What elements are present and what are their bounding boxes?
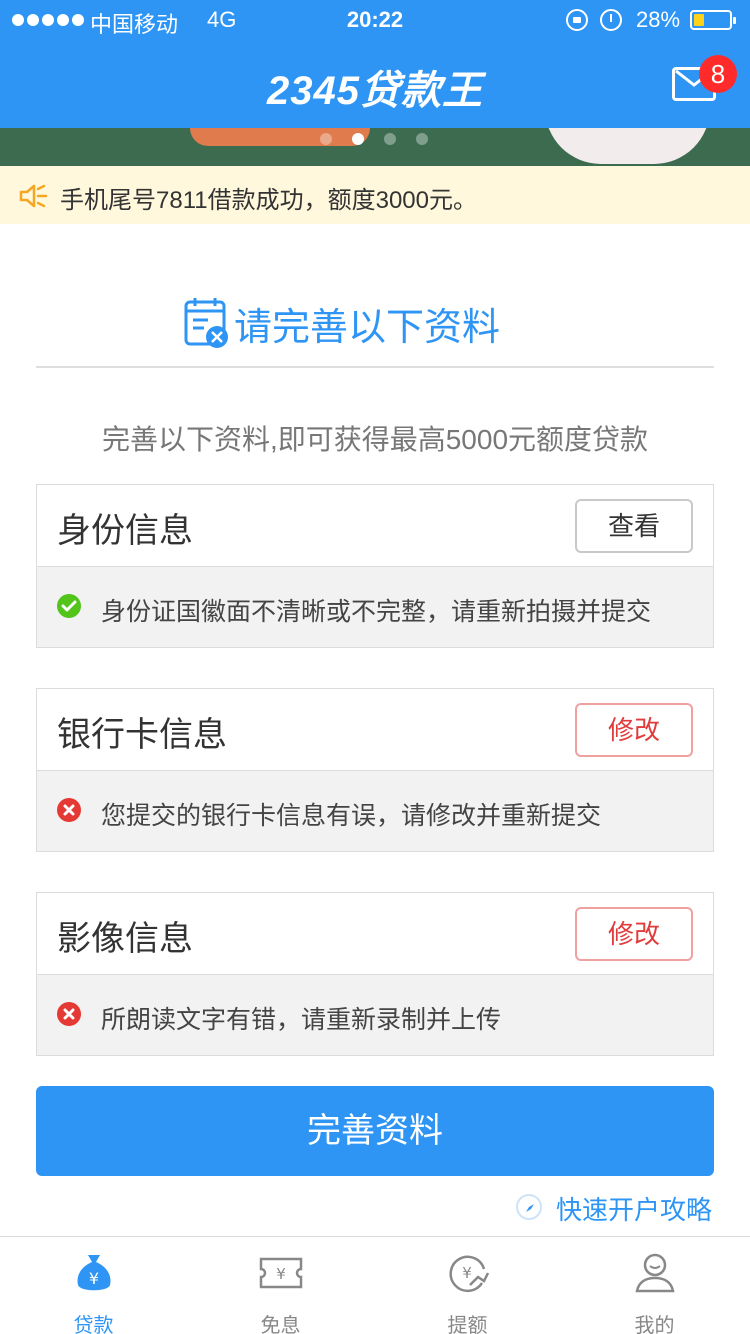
ticket-icon: ¥ [259,1257,303,1289]
video-info-card: 影像信息 修改 所朗读文字有错，请重新录制并上传 [36,892,714,1056]
card-header: 身份信息 查看 [37,485,713,567]
notice-text: 手机尾号7811借款成功，额度3000元。 [60,187,477,214]
notice-bar: 手机尾号7811借款成功，额度3000元。 [0,166,750,224]
compass-icon [516,1194,542,1220]
status-message: 所朗读文字有错，请重新录制并上传 [101,1006,502,1034]
edit-bank-card-button[interactable]: 修改 [575,703,693,757]
card-status: 您提交的银行卡信息有误，请修改并重新提交 [37,771,713,851]
status-message: 身份证国徽面不清晰或不完整，请重新拍摄并提交 [101,598,652,626]
card-title: 银行卡信息 [57,716,227,754]
profile-icon [635,1253,675,1293]
quick-guide-label: 快速开户攻略 [556,1195,713,1225]
bank-card-info-card: 银行卡信息 修改 您提交的银行卡信息有误，请修改并重新提交 [36,688,714,852]
banner-pager [320,133,428,145]
complete-profile-button[interactable]: 完善资料 [36,1086,714,1176]
section-subtitle: 完善以下资料,即可获得最高5000元额度贷款 [101,424,649,455]
tab-profile[interactable]: 我的 [561,1237,748,1334]
top-bar: 中国移动 4G 20:22 28% 2345贷款王 8 [0,0,750,128]
battery-level [694,14,704,26]
speaker-icon [19,184,48,208]
card-status: 所朗读文字有错，请重新录制并上传 [37,975,713,1055]
rotation-lock-icon [566,9,588,31]
svg-text:¥: ¥ [89,1269,99,1288]
banner-illustration [545,128,710,164]
tab-label: 我的 [634,1315,675,1334]
tab-label: 提额 [447,1315,488,1334]
card-title: 影像信息 [57,920,193,958]
card-status: 身份证国徽面不清晰或不完整，请重新拍摄并提交 [37,567,713,647]
card-title: 身份信息 [57,512,193,550]
status-bar: 中国移动 4G 20:22 28% [0,0,750,40]
tab-label: 贷款 [73,1315,114,1334]
check-icon [57,594,81,618]
status-message: 您提交的银行卡信息有误，请修改并重新提交 [101,802,602,830]
battery-icon [690,10,736,30]
money-bag-icon: ¥ [77,1255,111,1291]
tab-bar: ¥ 贷款 ¥ 免息 ¥ 提额 我的 [0,1236,750,1334]
tab-raise-limit[interactable]: ¥ 提额 [374,1237,561,1334]
svg-text:¥: ¥ [276,1265,286,1283]
alarm-icon [600,9,622,31]
pager-dot[interactable] [352,133,364,145]
divider [36,366,714,368]
pager-dot[interactable] [416,133,428,145]
card-header: 影像信息 修改 [37,893,713,975]
tab-loan[interactable]: ¥ 贷款 [0,1237,187,1334]
raise-limit-icon: ¥ [449,1255,490,1293]
view-button[interactable]: 查看 [575,499,693,553]
pager-dot[interactable] [384,133,396,145]
card-header: 银行卡信息 修改 [37,689,713,771]
app-screen: 中国移动 4G 20:22 28% 2345贷款王 8 手机尾号7811借款成功… [0,0,750,1334]
error-icon [57,798,81,822]
pager-dot[interactable] [320,133,332,145]
app-logo: 2345贷款王 [267,69,483,113]
svg-text:¥: ¥ [462,1264,472,1282]
edit-video-button[interactable]: 修改 [575,907,693,961]
section-header: 请完善以下资料 [0,290,750,350]
promo-banner[interactable] [0,128,750,166]
identity-info-card: 身份信息 查看 身份证国徽面不清晰或不完整，请重新拍摄并提交 [36,484,714,648]
error-icon [57,1002,81,1026]
section-title: 请完善以下资料 [234,307,501,349]
battery-percent: 28% [636,7,681,32]
calendar-edit-icon [184,298,228,348]
mail-badge: 8 [699,55,737,93]
tab-label: 免息 [260,1315,301,1334]
tab-interest-free[interactable]: ¥ 免息 [187,1237,374,1334]
